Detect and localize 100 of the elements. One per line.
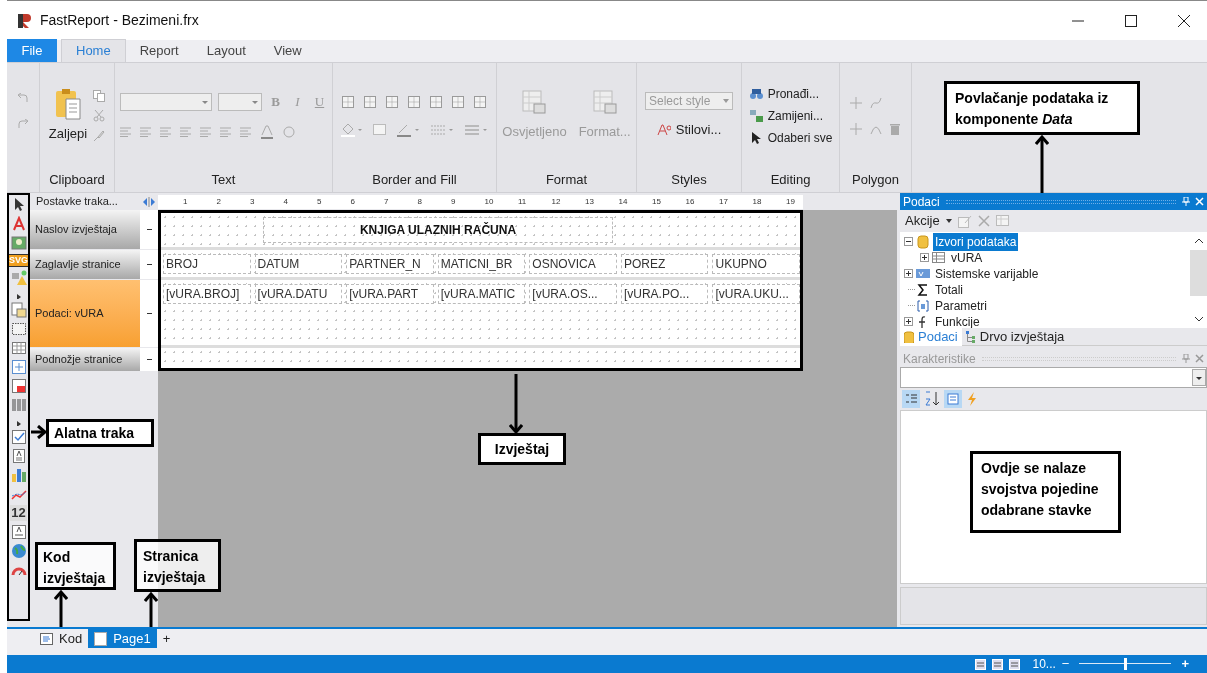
report-cell: [vURA.BROJ]	[163, 284, 251, 304]
edit-icon[interactable]	[957, 214, 972, 228]
align-right-icon[interactable]	[159, 127, 171, 138]
border-props-icon[interactable]	[472, 94, 487, 109]
page-tab[interactable]: Page1	[88, 629, 157, 648]
report-cell: [vURA.PO...	[620, 284, 709, 304]
label-icon[interactable]	[10, 524, 27, 540]
actions-menu[interactable]: Akcije	[905, 211, 952, 231]
ruler-number: 17	[719, 195, 728, 208]
align-center-icon[interactable]	[139, 127, 151, 138]
ribbon-tab[interactable]: Report	[125, 39, 193, 62]
undo-icon[interactable]	[17, 93, 29, 103]
border-all-icon[interactable]	[340, 94, 355, 109]
sort-az-icon[interactable]	[923, 390, 941, 408]
band-item[interactable]: Naslov izvještaja	[30, 210, 140, 250]
add-point-icon[interactable]	[849, 122, 862, 135]
report-cell: [vURA.DATU	[254, 284, 343, 304]
matrix-icon[interactable]	[10, 359, 27, 375]
globe-icon[interactable]	[10, 543, 27, 559]
page-view-icon[interactable]	[992, 658, 1004, 670]
zoom-out-button[interactable]: −	[1061, 654, 1070, 673]
border-right-icon[interactable]	[450, 94, 465, 109]
font-color-icon[interactable]	[259, 125, 274, 140]
text-field-icon[interactable]	[10, 448, 27, 464]
border-left-icon[interactable]	[428, 94, 443, 109]
band-item[interactable]: Podaci: vURA	[30, 280, 140, 348]
picture-icon[interactable]	[10, 235, 27, 251]
number-tool-label[interactable]: 12	[10, 505, 27, 521]
font-name-dropdown[interactable]	[119, 92, 212, 111]
page-tab[interactable]: Kod	[34, 629, 89, 648]
close-icon[interactable]	[1195, 354, 1204, 363]
trash-icon[interactable]	[889, 122, 900, 135]
panel-tab[interactable]: Drvo izvještaja	[961, 327, 1069, 346]
align-bottom-icon[interactable]	[239, 127, 251, 138]
band-settings-link[interactable]: Postavke traka...	[30, 193, 140, 210]
zoom-in-button[interactable]: +	[1181, 654, 1189, 673]
properties-icon[interactable]	[944, 390, 962, 408]
tree-item[interactable]: Parametri	[933, 296, 989, 315]
expand-icon[interactable]	[904, 269, 913, 278]
editing-button[interactable]: Zamijeni...	[748, 106, 833, 125]
categorized-icon[interactable]	[902, 390, 920, 408]
ribbon-tab[interactable]: Layout	[192, 39, 260, 62]
tree-item[interactable]: Sistemske varijable	[933, 264, 1041, 283]
slider-thumb[interactable]	[1124, 658, 1128, 670]
expand-icon[interactable]	[904, 317, 913, 326]
delete-icon[interactable]	[977, 215, 990, 227]
font-size-dropdown[interactable]	[217, 92, 262, 111]
tree-item[interactable]: Totali	[933, 280, 965, 299]
bar-chart-icon[interactable]	[10, 467, 27, 483]
file-menu-tab[interactable]: File	[7, 39, 57, 62]
line-width-icon[interactable]	[464, 123, 489, 136]
border-top-icon[interactable]	[384, 94, 399, 109]
ribbon-tab[interactable]: View	[259, 39, 316, 62]
list-view-icon[interactable]	[1009, 658, 1021, 670]
band-item[interactable]: Podnožje stranice	[30, 348, 140, 372]
rotate-icon[interactable]	[282, 126, 295, 139]
fill-bucket-icon[interactable]	[340, 122, 363, 137]
band-item[interactable]: Zaglavlje stranice	[30, 250, 140, 280]
align-left-icon[interactable]	[119, 127, 131, 138]
shadow-icon[interactable]	[372, 123, 387, 136]
rich-text-icon[interactable]	[10, 378, 27, 394]
grid-view-icon[interactable]	[975, 658, 987, 670]
group-label: Text	[210, 171, 237, 190]
object-dropdown[interactable]	[900, 367, 1207, 388]
ruler-number: 15	[652, 195, 661, 208]
tree-item[interactable]: Funkcije	[933, 312, 982, 328]
scissors-icon[interactable]	[93, 109, 106, 122]
events-icon[interactable]	[965, 391, 979, 407]
move-icon[interactable]	[849, 96, 862, 109]
border-bottom-icon[interactable]	[406, 94, 421, 109]
styles-button[interactable]: Stilovi...	[656, 119, 722, 140]
checkbox-icon[interactable]	[10, 429, 27, 445]
text-tool-icon[interactable]	[10, 216, 27, 232]
line-style-icon[interactable]	[430, 123, 455, 136]
callout-box: Povlačanje podataka iz komponente Data	[944, 81, 1140, 135]
expand-icon[interactable]	[920, 253, 929, 262]
align-middle-icon[interactable]	[219, 127, 231, 138]
paste-button[interactable]: Zaljepi	[48, 87, 88, 144]
redo-icon[interactable]	[17, 119, 29, 129]
brush-icon[interactable]	[93, 129, 106, 142]
bezier-icon[interactable]	[869, 96, 882, 109]
editing-button[interactable]: Odaberi sve	[748, 128, 833, 147]
scroll-down-icon[interactable]	[1193, 316, 1204, 322]
editing-button[interactable]: Pronađi...	[748, 84, 833, 103]
pin-icon[interactable]	[1182, 354, 1190, 363]
tree-item[interactable]: vURA	[949, 248, 985, 267]
tree-item[interactable]: Izvori podataka	[933, 232, 1019, 251]
rectangle-icon[interactable]	[10, 321, 27, 337]
collapse-icon[interactable]	[904, 237, 913, 246]
align-top-icon[interactable]	[199, 127, 211, 138]
copy-icon[interactable]	[93, 89, 106, 102]
scroll-up-icon[interactable]	[1193, 238, 1204, 244]
report-cell: [vURA.MATIC	[437, 284, 526, 304]
add-page-button[interactable]: +	[156, 629, 177, 648]
justify-icon[interactable]	[179, 127, 191, 138]
view-icon[interactable]	[995, 214, 1010, 228]
table-icon[interactable]	[10, 340, 27, 356]
line-color-icon[interactable]	[396, 122, 421, 137]
border-none-icon[interactable]	[362, 94, 377, 109]
replace-icon	[748, 108, 764, 123]
